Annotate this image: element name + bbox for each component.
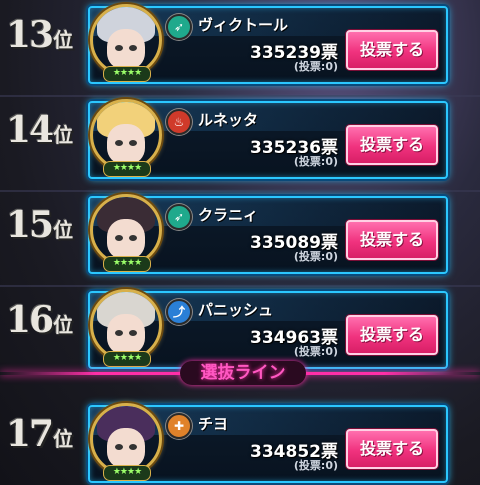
- rank-suffix: 位: [53, 427, 74, 451]
- vote-button[interactable]: 投票する: [346, 315, 438, 355]
- portrait-face: [107, 314, 145, 354]
- rank-suffix: 位: [53, 218, 74, 242]
- portrait-face: [107, 29, 145, 69]
- portrait-eye: [115, 444, 123, 450]
- portrait-eye: [115, 45, 123, 51]
- my-vote-count: (投票:0): [293, 345, 338, 358]
- portrait-face: [107, 219, 145, 259]
- portrait-eye: [115, 235, 123, 241]
- rank-number: 15: [6, 204, 54, 246]
- rank-label: 13位: [6, 14, 90, 64]
- ranking-row: 13位 ★★★★ ➶ ヴィクトール 335239票 (投票:0) 投票する: [0, 0, 480, 86]
- character-name: パニッシュ: [198, 301, 274, 319]
- rank-suffix: 位: [53, 123, 74, 147]
- star-rating: ★★★★: [103, 66, 151, 82]
- character-name: ヴィクトール: [198, 16, 289, 34]
- ranking-row: 17位 ★★★★ ✚ チヨ 334852票 (投票:0) 投票する: [0, 399, 480, 485]
- star-rating: ★★★★: [103, 161, 151, 177]
- rank-number: 13: [6, 14, 54, 56]
- star-rating: ★★★★: [103, 351, 151, 367]
- selection-line-label: 選抜ライン: [180, 361, 306, 385]
- my-vote-count: (投票:0): [293, 60, 338, 73]
- water-icon: ⤴: [166, 299, 192, 325]
- rank-suffix: 位: [53, 28, 74, 52]
- vote-button[interactable]: 投票する: [346, 429, 438, 469]
- star-rating: ★★★★: [103, 465, 151, 481]
- my-vote-count: (投票:0): [293, 250, 338, 263]
- rank-suffix: 位: [53, 313, 74, 337]
- my-vote-count: (投票:0): [293, 459, 338, 472]
- rank-label: 15位: [6, 204, 90, 254]
- ranking-row: 16位 ★★★★ ⤴ パニッシュ 334963票 (投票:0) 投票する: [0, 285, 480, 371]
- wind-icon: ➶: [166, 14, 192, 40]
- portrait-eye: [129, 235, 137, 241]
- vote-button[interactable]: 投票する: [346, 30, 438, 70]
- star-rating: ★★★★: [103, 256, 151, 272]
- wind-icon: ➶: [166, 204, 192, 230]
- rank-number: 16: [6, 299, 54, 341]
- vote-button[interactable]: 投票する: [346, 220, 438, 260]
- character-name: ルネッタ: [198, 111, 259, 129]
- portrait-eye: [129, 45, 137, 51]
- my-vote-count: (投票:0): [293, 155, 338, 168]
- earth-icon: ✚: [166, 413, 192, 439]
- rank-number: 14: [6, 109, 54, 151]
- ranking-row: 15位 ★★★★ ➶ クラニィ 335089票 (投票:0) 投票する: [0, 190, 480, 276]
- portrait-eye: [115, 140, 123, 146]
- character-name: クラニィ: [198, 206, 259, 224]
- rank-label: 14位: [6, 109, 90, 159]
- rank-label: 17位: [6, 413, 90, 463]
- portrait-eye: [129, 140, 137, 146]
- character-name: チヨ: [198, 415, 229, 433]
- rank-label: 16位: [6, 299, 90, 349]
- portrait-eye: [115, 330, 123, 336]
- portrait-eye: [129, 444, 137, 450]
- fire-icon: ♨: [166, 109, 192, 135]
- vote-button[interactable]: 投票する: [346, 125, 438, 165]
- ranking-row: 14位 ★★★★ ♨ ルネッタ 335236票 (投票:0) 投票する: [0, 95, 480, 181]
- rank-number: 17: [6, 413, 54, 455]
- portrait-eye: [129, 330, 137, 336]
- portrait-face: [107, 124, 145, 164]
- portrait-face: [107, 428, 145, 468]
